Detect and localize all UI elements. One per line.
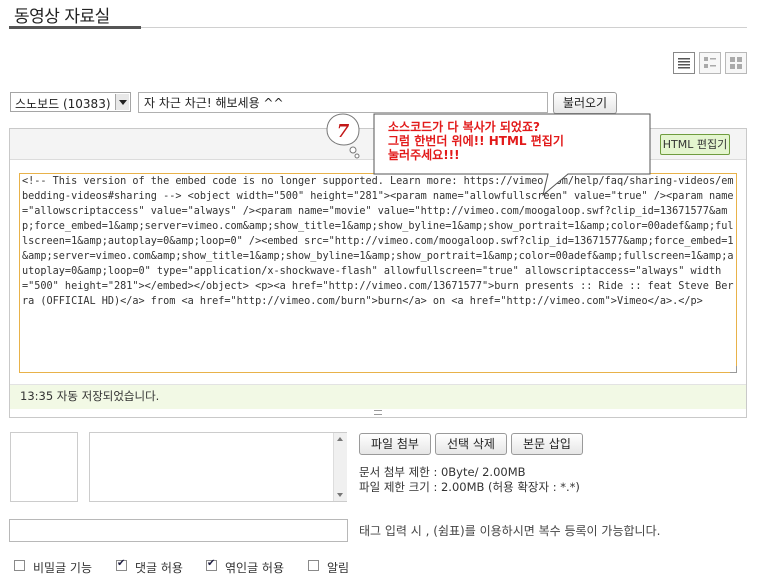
notify-checkbox[interactable] [308, 560, 319, 571]
allow-trackbacks-checkbox[interactable] [206, 558, 217, 571]
category-select-value: 스노보드 (10383) [15, 97, 111, 111]
allow-comments-checkbox[interactable] [116, 558, 127, 571]
attach-file-button[interactable]: 파일 첨부 [359, 433, 431, 455]
tag-input[interactable] [9, 519, 348, 542]
attachment-limit: 문서 첨부 제한 : 0Byte/ 2.00MB [359, 465, 526, 479]
list-view-button[interactable] [673, 52, 695, 74]
chevron-down-icon[interactable] [115, 94, 129, 110]
insert-into-body-button[interactable]: 본문 삽입 [511, 433, 583, 455]
option-label: 비밀글 기능 [33, 561, 93, 575]
attachment-list-scrollbar[interactable] [333, 433, 347, 501]
html-source-textarea[interactable]: <!-- This version of the embed code is n… [19, 173, 737, 373]
scroll-down-icon[interactable] [337, 493, 343, 497]
attachment-thumbnail [10, 432, 78, 502]
header-divider [141, 27, 747, 28]
post-title-input[interactable] [138, 92, 548, 113]
option-label: 엮인글 허용 [225, 561, 285, 575]
category-select[interactable]: 스노보드 (10383) [10, 92, 131, 112]
editor-resize-splitter[interactable] [374, 410, 382, 415]
option-label: 댓글 허용 [135, 561, 183, 575]
summary-view-button[interactable] [699, 52, 721, 74]
secret-post-checkbox[interactable] [14, 560, 25, 571]
autosave-status: 13:35 자동 저장되었습니다. [20, 389, 160, 403]
attachment-size-limit: 파일 제한 크기 : 2.00MB (허용 확장자 : *.*) [359, 480, 580, 494]
list-view-icon [678, 58, 690, 69]
attachment-list[interactable] [89, 432, 347, 502]
option-label: 알림 [327, 561, 350, 575]
annotation-text: 소스코드가 다 복사가 되었죠? 그럼 한번더 위에!! HTML 편집기 눌러… [388, 120, 564, 162]
summary-view-icon [704, 57, 716, 68]
load-button[interactable]: 불러오기 [553, 92, 617, 114]
resize-handle-icon[interactable] [730, 366, 737, 373]
grid-view-button[interactable] [725, 52, 747, 74]
annotation-number: 7 [337, 121, 350, 142]
attachment-info: 문서 첨부 제한 : 0Byte/ 2.00MB 파일 제한 크기 : 2.00… [359, 465, 580, 495]
scroll-up-icon[interactable] [337, 437, 343, 441]
delete-selected-button[interactable]: 선택 삭제 [435, 433, 507, 455]
title-underline [9, 26, 141, 29]
grid-view-icon [730, 57, 742, 69]
page-title: 동영상 자료실 [14, 7, 110, 27]
tag-help-text: 태그 입력 시 , (쉼표)를 이용하시면 복수 등록이 가능합니다. [359, 524, 661, 538]
html-editor-button[interactable]: HTML 편집기 [660, 134, 730, 155]
annotation-number-badge: 7 [326, 113, 360, 159]
